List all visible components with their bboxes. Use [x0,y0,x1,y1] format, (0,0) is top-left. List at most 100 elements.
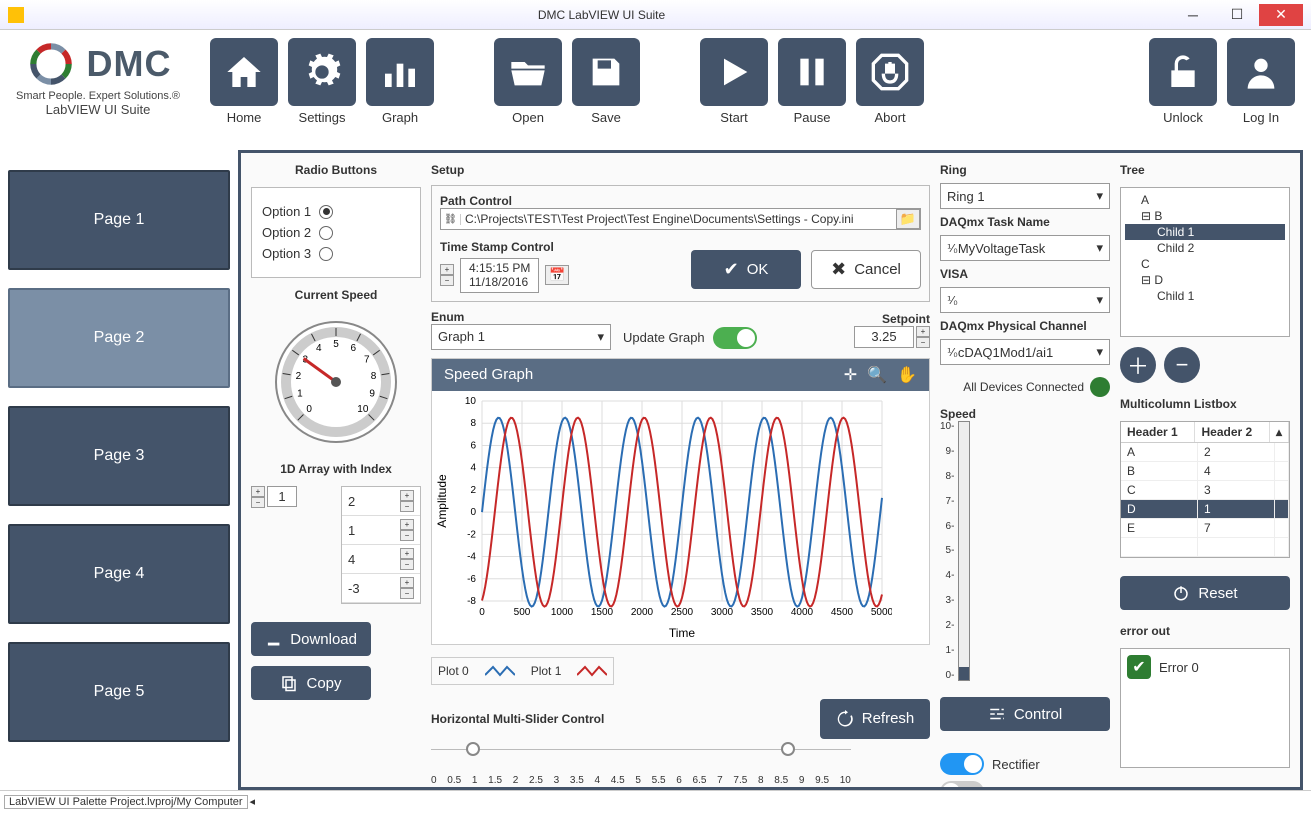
minimize-button[interactable]: ─ [1171,4,1215,26]
refresh-icon [836,710,854,728]
setpoint-spin[interactable]: +− [916,326,930,348]
save-button[interactable]: Save [572,38,640,125]
daqmx-chan-label: DAQmx Physical Channel [940,319,1110,333]
svg-text:500: 500 [514,607,531,618]
close-button[interactable]: ✕ [1259,4,1303,26]
listbox-row[interactable]: B4 [1121,462,1289,481]
tree-item[interactable]: ⊟ D [1125,272,1285,288]
enum-select[interactable]: Graph 1▾ [431,324,611,350]
cancel-button[interactable]: ✖Cancel [811,250,921,289]
browse-button[interactable]: 📁 [896,209,920,229]
svg-text:3000: 3000 [711,607,734,618]
copy-button[interactable]: Copy [251,666,371,700]
tree-item[interactable]: Child 2 [1125,240,1285,256]
svg-text:1: 1 [297,389,303,400]
tree-item[interactable]: C [1125,256,1285,272]
page-button-5[interactable]: Page 5 [8,642,230,742]
array-item[interactable]: 1+− [342,516,420,545]
visa-select[interactable]: ⅟₀▾ [940,287,1110,313]
zoom-tool-icon[interactable]: 🔍 [867,365,887,385]
listbox-row[interactable]: A2 [1121,443,1289,462]
radio-option-1[interactable]: Option 1 [262,204,410,219]
svg-text:-6: -6 [467,574,476,585]
svg-text:3500: 3500 [751,607,774,618]
pan-tool-icon[interactable]: ✋ [897,365,917,385]
svg-text:0: 0 [470,507,476,518]
hslider-track[interactable] [431,749,851,769]
crosshair-tool-icon[interactable]: ✛ [844,365,857,385]
pause-button[interactable]: Pause [778,38,846,125]
speed-graph: Speed Graph ✛ 🔍 ✋ -8-6-4-202468100500100… [431,358,930,645]
vslider-label: Speed [940,407,976,421]
path-label: Path Control [440,194,921,208]
app-icon [8,7,24,23]
daqmx-task-select[interactable]: ⅟₀ MyVoltageTask▾ [940,235,1110,261]
settings-button[interactable]: Settings [288,38,356,125]
statusbar-path: LabVIEW UI Palette Project.lvproj/My Com… [4,795,248,809]
error-text: Error 0 [1159,660,1199,675]
listbox-row[interactable]: E7 [1121,519,1289,538]
tree-control[interactable]: A⊟ BChild 1Child 2C⊟ DChild 1 [1120,187,1290,337]
start-button[interactable]: Start [700,38,768,125]
ring-select[interactable]: Ring 1▾ [940,183,1110,209]
ok-button[interactable]: ✔OK [691,250,801,289]
svg-text:1500: 1500 [591,607,614,618]
page-button-2[interactable]: Page 2 [8,288,230,388]
tree-item[interactable]: A [1125,192,1285,208]
maximize-button[interactable]: ☐ [1215,4,1259,26]
reset-button[interactable]: Reset [1120,576,1290,610]
svg-text:8: 8 [470,418,476,429]
listbox-row[interactable]: C3 [1121,481,1289,500]
speed-slider[interactable]: 10-9-8-7-6-5-4-3-2-1-0- [940,421,970,681]
window-titlebar: DMC LabVIEW UI Suite ─ ☐ ✕ [0,0,1311,30]
download-button[interactable]: Download [251,622,371,656]
update-graph-switch[interactable] [713,327,757,349]
radio-option-2[interactable]: Option 2 [262,225,410,240]
open-button[interactable]: Open [494,38,562,125]
array-item[interactable]: 2+− [342,487,420,516]
graph-button[interactable]: Graph [366,38,434,125]
array-item[interactable]: -3+− [342,574,420,603]
unlock-button[interactable]: Unlock [1149,38,1217,125]
svg-text:2500: 2500 [671,607,694,618]
remove-button[interactable]: − [1164,347,1200,383]
home-button[interactable]: Home [210,38,278,125]
refresh-button[interactable]: Refresh [820,699,930,739]
multicolumn-listbox[interactable]: Header 1Header 2▴A2B4C3D1E7 [1120,421,1290,558]
login-button[interactable]: Log In [1227,38,1295,125]
daqmx-task-label: DAQmx Task Name [940,215,1110,229]
rectifier-switch[interactable] [940,753,984,775]
svg-text:10: 10 [465,396,477,407]
setpoint-value[interactable]: 3.25 [854,326,914,348]
tree-item[interactable]: Child 1 [1125,224,1285,240]
add-button[interactable]: ＋ [1120,347,1156,383]
hslider-thumb-b[interactable] [781,742,795,756]
listbox-row[interactable]: D1 [1121,500,1289,519]
timestamp-spin[interactable]: +− [440,264,454,286]
timestamp-value[interactable]: 4:15:15 PM 11/18/2016 [460,258,539,293]
chart-title: Speed Graph [444,366,533,383]
tree-item[interactable]: ⊟ B [1125,208,1285,224]
radio-option-3[interactable]: Option 3 [262,246,410,261]
visa-label: VISA [940,267,1110,281]
enum-label: Enum [431,310,611,324]
page-button-3[interactable]: Page 3 [8,406,230,506]
abort-button[interactable]: Abort [856,38,924,125]
path-control[interactable]: ⛓ C:\Projects\TEST\Test Project\Test Eng… [440,208,921,230]
daqmx-chan-select[interactable]: ⅟₀ cDAQ1Mod1/ai1▾ [940,339,1110,365]
calendar-button[interactable]: 📅 [545,265,569,285]
brand-name: DMC [87,43,172,85]
download-icon [265,630,282,648]
page-button-4[interactable]: Page 4 [8,524,230,624]
fullspeed-switch[interactable] [940,781,984,790]
update-graph-label: Update Graph [623,330,705,345]
tree-item[interactable]: Child 1 [1125,288,1285,304]
control-button[interactable]: Control [940,697,1110,731]
hslider-thumb-a[interactable] [466,742,480,756]
array-item[interactable]: 4+− [342,545,420,574]
array-index-spin[interactable]: +− [251,486,265,508]
radio-label: Radio Buttons [251,163,421,177]
svg-text:4: 4 [470,462,476,473]
array-index[interactable]: 1 [267,486,297,507]
page-button-1[interactable]: Page 1 [8,170,230,270]
